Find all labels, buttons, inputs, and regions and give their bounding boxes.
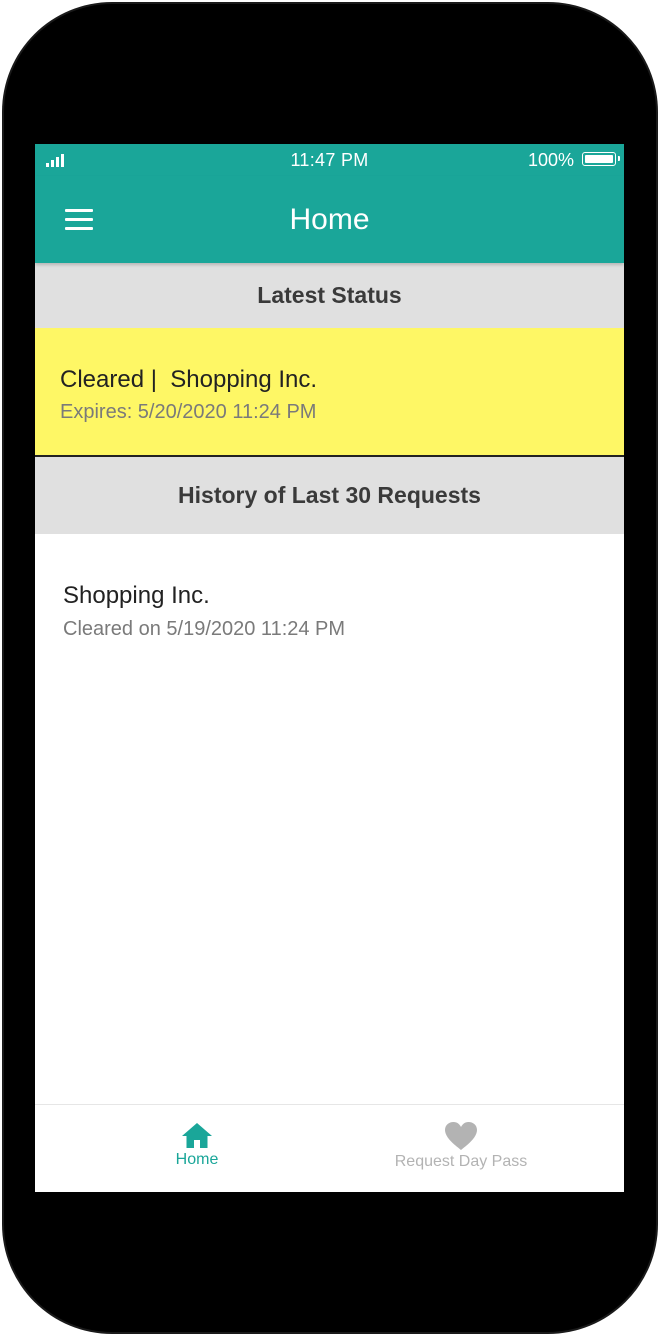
tab-bar: Home Request Day Pass [35,1104,624,1192]
status-bar: 11:47 PM 100% [35,144,624,176]
history-item-name: Shopping Inc. [63,582,210,609]
latest-status-card: Cleared | Shopping Inc. Expires: 5/20/20… [35,328,624,456]
nav-bar: Home [35,176,624,263]
tab-home-label: Home [175,1151,219,1168]
tab-request-day-pass[interactable]: Request Day Pass [366,1105,556,1192]
history-item-detail: Cleared on 5/19/2020 11:24 PM [63,618,346,640]
latest-status-heading: Latest Status [35,263,624,328]
latest-status-expiry: Expires: 5/20/2020 11:24 PM [60,401,317,423]
app-screen: 11:47 PM 100% Home Latest Status Cleared… [35,144,624,1192]
heart-icon [445,1122,477,1150]
home-icon [182,1123,212,1148]
history-heading: History of Last 30 Requests [35,457,624,534]
battery-percentage: 100% [527,150,574,170]
tab-home[interactable]: Home [127,1105,267,1192]
tab-request-day-pass-label: Request Day Pass [394,1153,528,1170]
page-title: Home [289,203,370,236]
latest-status-summary: Cleared | Shopping Inc. [60,366,318,393]
battery-icon [582,152,620,166]
list-item: Shopping Inc. Cleared on 5/19/2020 11:24… [63,582,345,641]
